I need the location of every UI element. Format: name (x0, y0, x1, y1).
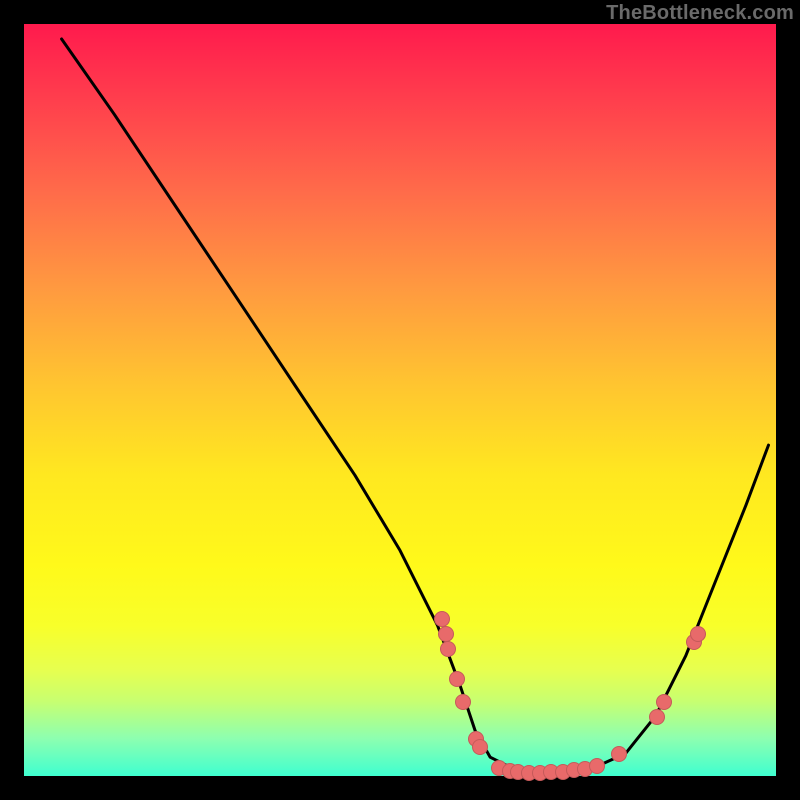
curve-svg (24, 24, 776, 776)
data-marker (577, 761, 593, 777)
bottleneck-curve-line (62, 39, 769, 772)
data-marker (656, 694, 672, 710)
data-marker (510, 764, 526, 780)
plot-area (24, 24, 776, 776)
data-marker (491, 760, 507, 776)
data-marker (449, 671, 465, 687)
data-marker (434, 611, 450, 627)
data-marker (502, 763, 518, 779)
data-marker (543, 764, 559, 780)
data-marker (686, 634, 702, 650)
watermark-text: TheBottleneck.com (606, 2, 794, 25)
data-marker (440, 641, 456, 657)
data-marker (521, 765, 537, 781)
data-marker (472, 739, 488, 755)
data-marker (532, 765, 548, 781)
data-marker (555, 764, 571, 780)
data-marker (690, 626, 706, 642)
data-marker (468, 731, 484, 747)
data-marker (649, 709, 665, 725)
data-marker (611, 746, 627, 762)
data-marker (455, 694, 471, 710)
data-marker (589, 758, 605, 774)
data-marker (438, 626, 454, 642)
bottleneck-chart: TheBottleneck.com (0, 0, 800, 800)
data-marker (566, 762, 582, 778)
